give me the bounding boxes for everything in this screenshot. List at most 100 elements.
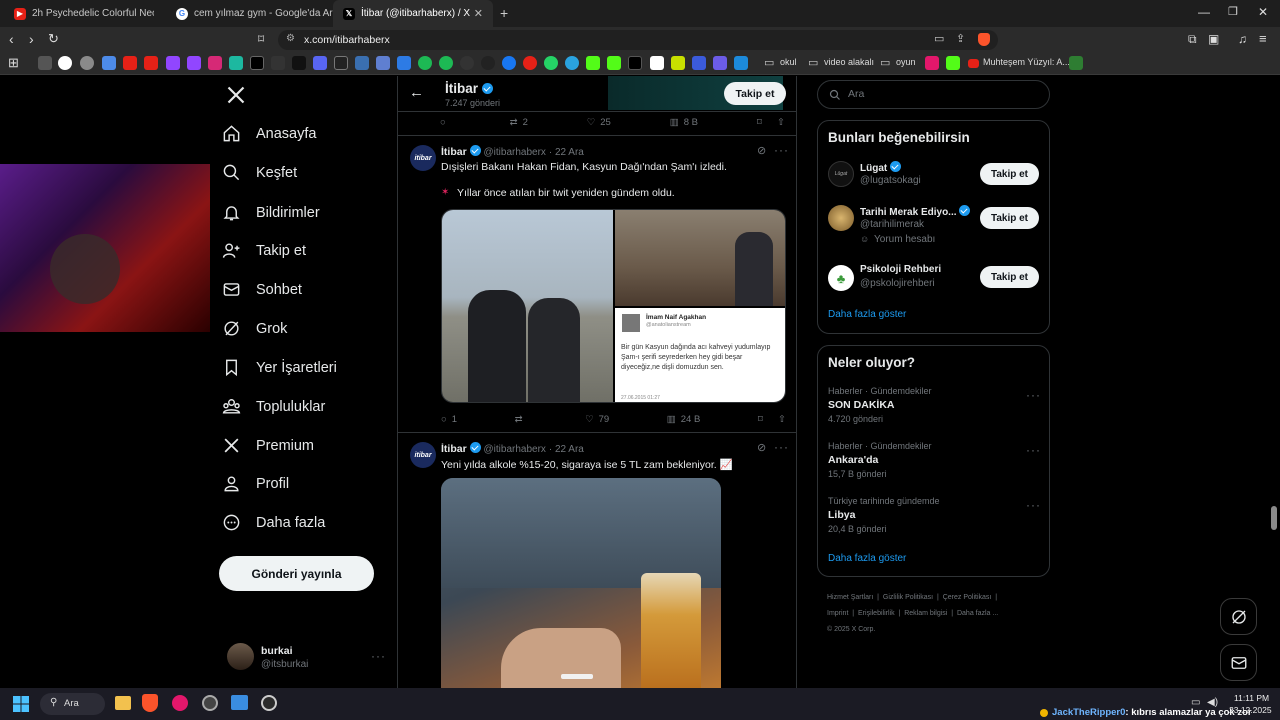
instagram-icon[interactable] <box>208 56 222 70</box>
messages-floating-button[interactable] <box>1220 644 1257 681</box>
whatsapp-icon[interactable] <box>544 56 558 70</box>
url-field[interactable]: ⚙ x.com/itibarhaberx ▭ ⇪ <box>278 30 998 50</box>
page-scrollbar-thumb[interactable] <box>1271 506 1277 530</box>
drive-icon[interactable] <box>397 56 411 70</box>
display-icon[interactable]: ▭ <box>1191 697 1200 708</box>
tweet-time[interactable]: · 22 Ara <box>549 147 584 158</box>
volume-icon[interactable]: ◀) <box>1207 697 1218 708</box>
footer-link[interactable]: Gizlilik Politikası <box>883 594 933 601</box>
x-logo-icon[interactable] <box>250 56 264 70</box>
bookmark-app-icon[interactable] <box>692 56 706 70</box>
kick-icon[interactable] <box>946 56 960 70</box>
author-handle[interactable]: @itibarhaberx <box>484 147 546 158</box>
footer-link[interactable]: Reklam bilgisi <box>904 610 947 617</box>
bookmark-page-icon[interactable]: ⌑ <box>258 32 264 46</box>
photos-icon[interactable] <box>231 695 248 710</box>
spotify-icon[interactable] <box>418 56 432 70</box>
tab-google[interactable]: G cem yılmaz gym - Google'da Ara <box>166 0 338 27</box>
kick-icon[interactable] <box>586 56 600 70</box>
clock-date[interactable]: 23.12.2025 <box>1229 705 1272 715</box>
tweet[interactable]: itibar İtibar @itibarhaberx · 22 Ara ⊘ ·… <box>398 433 796 688</box>
reply-button[interactable]: ○ 1 <box>441 411 457 427</box>
extensions-icon[interactable]: ⧉ <box>1188 32 1197 47</box>
history-icon[interactable] <box>38 56 52 70</box>
retweet-button[interactable]: ⇄ 2 <box>510 114 528 130</box>
back-arrow-icon[interactable]: ← <box>409 84 424 101</box>
bookmark-app-icon[interactable] <box>671 56 685 70</box>
photo-alcohol-cigarette[interactable] <box>441 478 721 688</box>
apps-grid-icon[interactable]: ⊞ <box>8 55 19 71</box>
footer-link[interactable]: Erişilebilirlik <box>858 610 895 617</box>
bookmark-app-icon[interactable] <box>460 56 474 70</box>
nav-bookmarks[interactable]: Yer İşaretleri <box>222 358 337 377</box>
footer-link[interactable]: Hizmet Şartları <box>827 594 873 601</box>
youtube-icon[interactable] <box>123 56 137 70</box>
trend-item[interactable]: Haberler · Gündemdekiler SON DAKİKA 4.72… <box>818 384 1049 436</box>
discord-icon[interactable] <box>313 56 327 70</box>
photo-minister-on-hill[interactable] <box>615 210 785 306</box>
post-button[interactable]: Gönderi yayınla <box>219 556 374 591</box>
x-logo-icon[interactable] <box>226 85 246 105</box>
github-icon[interactable] <box>481 56 495 70</box>
avatar[interactable]: itibar <box>410 442 436 468</box>
brave-shield-icon[interactable] <box>978 33 990 46</box>
new-tab-button[interactable]: + <box>500 5 508 21</box>
more-icon[interactable]: ··· <box>1026 498 1041 512</box>
photo-men-looking-at-city[interactable] <box>442 210 613 402</box>
suggestion-handle[interactable]: @tarihilimerak <box>860 219 924 230</box>
show-more-link[interactable]: Daha fazla göster <box>828 553 906 564</box>
twitch-icon[interactable] <box>166 56 180 70</box>
follow-button[interactable]: Takip et <box>980 266 1039 288</box>
bookmark-app-icon[interactable] <box>229 56 243 70</box>
more-icon[interactable]: ··· <box>1026 388 1041 402</box>
share-icon[interactable]: ⇪ <box>956 32 965 45</box>
more-icon[interactable]: ··· <box>774 440 789 454</box>
grok-floating-button[interactable] <box>1220 598 1257 635</box>
tweet-media[interactable]: İmam Naif Agakhan @anatolianstream Bir g… <box>441 209 786 403</box>
site-info-icon[interactable]: ⚙ <box>286 33 295 44</box>
footer-link[interactable]: Çerez Politikası <box>943 594 992 601</box>
grok-icon[interactable]: ⊘ <box>757 144 766 157</box>
show-more-link[interactable]: Daha fazla göster <box>828 309 906 320</box>
nav-profile[interactable]: Profil <box>222 474 289 493</box>
back-icon[interactable]: ‹ <box>9 31 14 47</box>
chatgpt-icon[interactable] <box>80 56 94 70</box>
youtube-icon[interactable] <box>144 56 158 70</box>
bookmark-app-icon[interactable] <box>334 56 348 70</box>
bookmark-folder-oyun[interactable]: oyun <box>896 57 916 67</box>
footer-link[interactable]: Imprint <box>827 610 848 617</box>
author-name[interactable]: İtibar <box>441 443 467 455</box>
google-icon[interactable] <box>58 56 72 70</box>
media-icon[interactable]: ♫ <box>1238 32 1247 46</box>
tiktok-icon[interactable] <box>292 56 306 70</box>
suggestion-name[interactable]: Lügat <box>860 161 901 174</box>
embedded-tweet-screenshot[interactable]: İmam Naif Agakhan @anatolianstream Bir g… <box>615 308 785 402</box>
nav-follow[interactable]: Takip et <box>222 241 306 260</box>
brave-browser-icon[interactable] <box>142 694 158 712</box>
clock-time[interactable]: 11:11 PM <box>1234 693 1269 703</box>
author-name[interactable]: İtibar <box>441 146 467 158</box>
bookmark-icon[interactable]: ⌑ <box>758 414 763 425</box>
restore-icon[interactable]: ❐ <box>1228 5 1238 18</box>
nav-notifications[interactable]: Bildirimler <box>222 203 320 222</box>
bookmark-app-icon[interactable] <box>650 56 664 70</box>
avatar[interactable]: itibar <box>410 145 436 171</box>
like-button[interactable]: ♡ 25 <box>587 114 611 130</box>
nav-home[interactable]: Anasayfa <box>222 124 316 143</box>
file-explorer-icon[interactable] <box>115 696 131 710</box>
bookmark-app-icon[interactable] <box>1069 56 1083 70</box>
avatar[interactable]: ♣ <box>828 265 854 291</box>
reload-icon[interactable]: ↻ <box>48 31 59 47</box>
tab-x-active[interactable]: 𝕏 İtibar (@itibarhaberx) / X ✕ <box>333 0 493 27</box>
footer-link[interactable]: Daha fazla ... <box>957 610 998 617</box>
minimize-icon[interactable]: — <box>1198 5 1210 19</box>
windows-start-icon[interactable] <box>13 696 29 712</box>
bookmark-app-icon[interactable] <box>925 56 939 70</box>
close-tab-icon[interactable]: ✕ <box>474 7 483 20</box>
bookmark-folder-okul[interactable]: okul <box>780 57 797 67</box>
follow-button[interactable]: Takip et <box>980 163 1039 185</box>
kick-icon[interactable] <box>607 56 621 70</box>
translate-icon[interactable] <box>376 56 390 70</box>
search-input[interactable]: Ara <box>817 80 1050 109</box>
views-button[interactable]: ▥ 24 B <box>667 411 701 427</box>
